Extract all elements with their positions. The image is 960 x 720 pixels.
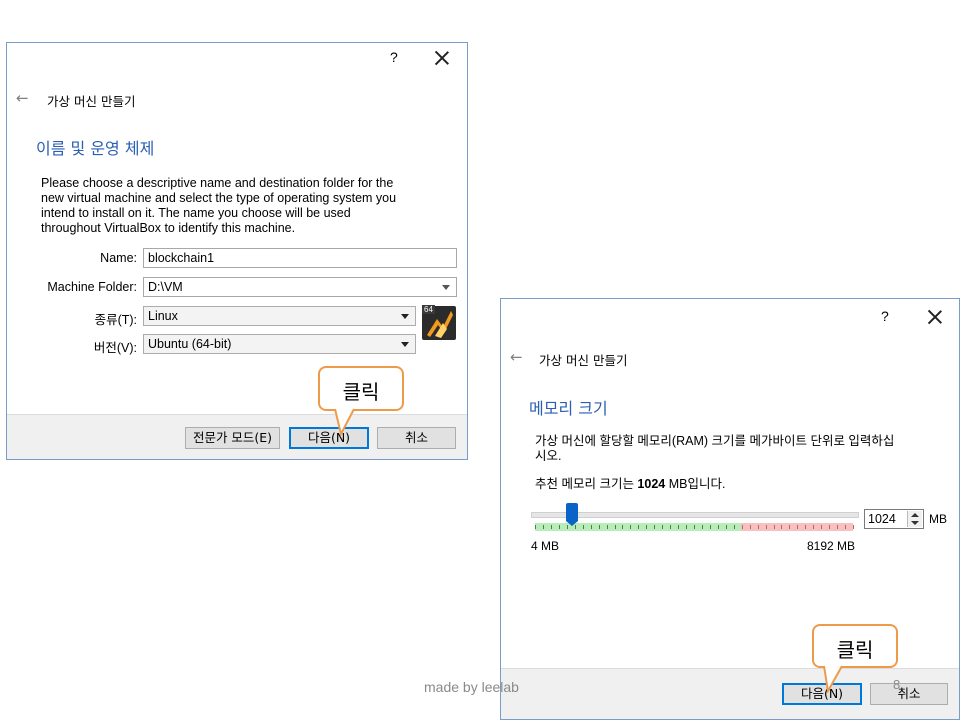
description-line: new virtual machine and select the type …: [41, 191, 397, 205]
increment-icon[interactable]: [911, 513, 919, 517]
slider-tick: [837, 525, 838, 529]
slider-min-label: 4 MB: [531, 539, 560, 553]
slider-tick: [789, 525, 790, 529]
slider-tick: [821, 525, 822, 529]
description-line: 가상 머신에 할당할 메모리(RAM) 크기를 메가바이트 단위로 입력하십: [535, 434, 895, 448]
window-title: 가상 머신 만들기: [47, 94, 136, 109]
description-line: 시오.: [535, 449, 562, 463]
slider-tick: [583, 525, 584, 529]
footer-credit: made by leelab: [424, 679, 519, 695]
slider-tick: [710, 525, 711, 529]
machine-folder-label: Machine Folder:: [47, 280, 137, 294]
memory-unit-label: MB: [929, 512, 947, 526]
slider-tick: [726, 525, 727, 529]
slider-tick: [535, 525, 536, 529]
type-label: 종류(T):: [94, 313, 137, 327]
slider-tick: [591, 525, 592, 529]
recommend-value: 1024: [637, 477, 666, 491]
slider-tick: [774, 525, 775, 529]
back-arrow-icon[interactable]: ←: [16, 89, 29, 107]
os-type-select[interactable]: Linux: [143, 306, 416, 326]
version-label: 버전(V):: [93, 341, 137, 355]
slider-tick: [607, 525, 608, 529]
description-line: intend to install on it. The name you ch…: [41, 206, 351, 220]
slider-tick: [758, 525, 759, 529]
chevron-down-icon[interactable]: [401, 342, 409, 347]
close-icon[interactable]: [435, 51, 449, 65]
slider-tick: [750, 525, 751, 529]
memory-slider-track[interactable]: [531, 512, 859, 518]
memory-slider-scale: [535, 523, 854, 532]
name-label: Name:: [100, 251, 137, 265]
slider-tick: [599, 525, 600, 529]
window-title: 가상 머신 만들기: [539, 353, 628, 368]
page-heading: 이름 및 운영 체제: [36, 139, 155, 158]
os-version-select[interactable]: Ubuntu (64-bit): [143, 334, 416, 354]
slider-tick: [559, 525, 560, 529]
cancel-button[interactable]: 취소: [870, 683, 948, 705]
slider-tick: [678, 525, 679, 529]
description-line: throughout VirtualBox to identify this m…: [41, 221, 296, 235]
slider-tick: [702, 525, 703, 529]
page-number: 8: [893, 677, 901, 692]
os-badge: 64: [422, 305, 435, 314]
slider-tick: [686, 525, 687, 529]
help-button[interactable]: ?: [390, 49, 398, 65]
click-callout: 클릭: [812, 624, 898, 668]
click-callout: 클릭: [318, 366, 404, 411]
expert-mode-button[interactable]: 전문가 모드(E): [185, 427, 280, 449]
slider-max-label: 8192 MB: [807, 539, 856, 553]
memory-slider-thumb[interactable]: [566, 503, 578, 526]
callout-pointer: [823, 665, 843, 693]
slider-tick: [638, 525, 639, 529]
slider-tick: [622, 525, 623, 529]
slider-tick: [797, 525, 798, 529]
recommend-prefix: 추천 메모리 크기는: [535, 477, 638, 491]
chevron-down-icon[interactable]: [442, 285, 450, 290]
slider-tick: [829, 525, 830, 529]
memory-size-spinbox[interactable]: 1024: [864, 509, 924, 529]
close-icon[interactable]: [928, 310, 942, 324]
slider-tick: [654, 525, 655, 529]
slider-tick: [734, 525, 735, 529]
memory-size-value: 1024: [868, 512, 896, 526]
slider-tick: [813, 525, 814, 529]
os-version-value: Ubuntu (64-bit): [148, 337, 232, 351]
slider-tick: [551, 525, 552, 529]
description-line: Please choose a descriptive name and des…: [41, 176, 394, 190]
machine-folder-combo[interactable]: D:\VM: [143, 277, 457, 297]
chevron-down-icon[interactable]: [401, 314, 409, 319]
os-type-value: Linux: [148, 309, 178, 323]
machine-folder-value: D:\VM: [148, 280, 183, 294]
slider-tick: [543, 525, 544, 529]
page-heading: 메모리 크기: [529, 399, 608, 418]
slider-tick: [615, 525, 616, 529]
ubuntu-64bit-os-icon: 64: [421, 305, 457, 341]
decrement-icon[interactable]: [911, 521, 919, 525]
spin-buttons[interactable]: [907, 511, 922, 527]
callout-label: 클릭: [836, 638, 874, 662]
help-button[interactable]: ?: [881, 308, 889, 324]
cancel-button[interactable]: 취소: [377, 427, 456, 449]
description-text: 가상 머신에 할당할 메모리(RAM) 크기를 메가바이트 단위로 입력하십 시…: [535, 434, 955, 464]
description-text: Please choose a descriptive name and des…: [41, 176, 461, 236]
slider-tick: [853, 525, 854, 529]
slider-tick: [670, 525, 671, 529]
slider-tick: [805, 525, 806, 529]
recommended-memory-text: 추천 메모리 크기는 1024 MB입니다.: [535, 477, 725, 492]
name-input[interactable]: blockchain1: [143, 248, 457, 268]
back-arrow-icon[interactable]: ←: [510, 348, 523, 366]
slider-tick: [718, 525, 719, 529]
recommend-suffix: MB입니다.: [665, 477, 726, 491]
slider-tick: [781, 525, 782, 529]
slider-tick: [845, 525, 846, 529]
slider-tick: [766, 525, 767, 529]
slider-tick: [630, 525, 631, 529]
slider-tick: [662, 525, 663, 529]
slider-tick: [742, 525, 743, 529]
slider-tick: [646, 525, 647, 529]
callout-label: 클릭: [342, 380, 380, 404]
slider-tick: [694, 525, 695, 529]
callout-pointer: [334, 408, 355, 436]
